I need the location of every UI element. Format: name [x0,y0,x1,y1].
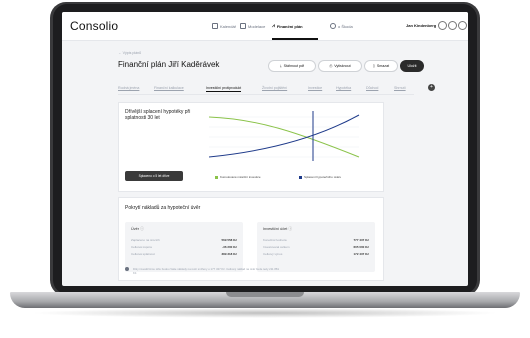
investment-summary-box: Investiční účet ⓘ Konečná hodnota 777 437… [257,222,375,272]
nav-item-financial-plan[interactable]: ⩘ Finanční plán [272,23,303,29]
back-link[interactable]: ← Výpis plánů [118,51,141,55]
chart-gridlines [209,116,359,158]
loan-heading: Úvěr ⓘ [131,227,144,231]
info-icon: ⓘ [140,227,144,231]
nav-item-calendar[interactable]: Kalendář [212,23,236,29]
coverage-note: Díky investičnímu účtu budou Vaše náklad… [133,267,280,275]
app-logo[interactable]: Consolio [70,19,118,33]
tab-investment[interactable]: Investiční protiprodukt [206,86,242,92]
nav-active-indicator [272,38,318,40]
page-title: Finanční plán Jiří Kaděrávek [118,60,220,69]
investment-heading: Investiční účet ⓘ [263,227,293,231]
info-icon: ⓘ [288,227,293,231]
legend-item-mortgage: Splacení hypotečního úvěru [299,175,341,179]
section-tabs: Rodná jména Finanční kalkulace Investičn… [118,84,435,95]
tab-summary[interactable]: Shrnutí [394,86,406,90]
tab-investice[interactable]: Investice [308,86,322,90]
laptop-shadow [30,308,500,318]
invest-row-yield: Celkový výnos 172 437 Kč [263,252,369,256]
series-mortgage-line [209,114,360,158]
download-icon: ⤓ [280,64,282,68]
laptop-notch [226,292,304,297]
mortgage-chart [209,111,360,161]
delete-button[interactable]: ▯ Smazat [364,60,398,72]
logout-icon[interactable] [458,21,467,30]
calculate-button[interactable]: Splaceno o 5 let dříve [125,171,183,181]
invest-row-final: Konečná hodnota 777 437 Kč [263,238,369,242]
chart-icon: ⩘ [272,23,275,29]
nav-item-skoda[interactable]: o Škoda [330,23,353,29]
info-icon [125,267,129,271]
tab-life-insurance[interactable]: Životní pojištění [262,86,287,90]
print-button[interactable]: ⎙ Vytisknout [318,60,362,72]
legend-item-investments: Kumulované měsíční investice [215,175,261,179]
tab-mortgage[interactable]: Hypotéka [336,86,351,90]
add-tab-icon[interactable]: + [428,84,435,91]
coverage-title: Pokrytí nákladů za hypoteční úvěr [125,205,201,211]
nav-item-modelace[interactable]: Modelace [240,23,265,29]
loan-row-total: Celková splatnost 389 318 Kč [131,252,237,256]
link-icon [330,23,336,29]
settings-icon[interactable] [438,21,447,30]
download-pdf-button[interactable]: ⤓ Stáhnout pdf [268,60,316,72]
save-button[interactable]: Uložit [400,60,424,72]
calendar-icon [212,23,218,29]
legend-swatch-investments [215,175,218,179]
tab-pension[interactable]: Důchod [366,86,378,90]
printer-icon: ⎙ [329,64,333,68]
loan-row-savings: Celková úspora -36 200 Kč [131,245,237,249]
document-icon [240,23,246,29]
mortgage-chart-card: Dřívější splacení hypotéky při splatnost… [118,102,384,192]
help-icon[interactable] [448,21,457,30]
laptop-screen: Consolio Kalendář Modelace ⩘ Finanční pl… [62,12,468,286]
invest-row-invested: Investovaná celkem 605 000 Kč [263,245,369,249]
mortgage-cost-coverage-card: Pokrytí nákladů za hypoteční úvěr Úvěr ⓘ… [118,197,384,281]
tab-financial-calc[interactable]: Finanční kalkulace [154,86,184,90]
tab-names[interactable]: Rodná jména [118,86,139,90]
loan-summary-box: Úvěr ⓘ Zaplaceno na úrocích 569 558 Kč Ce… [125,222,243,272]
user-name[interactable]: Jan Kindenberg [406,23,436,28]
chart-card-title: Dřívější splacení hypotéky při splatnost… [125,109,191,121]
loan-row-interest: Zaplaceno na úrocích 569 558 Kč [131,238,237,242]
legend-swatch-mortgage [299,175,302,179]
trash-icon: ▯ [372,64,375,68]
